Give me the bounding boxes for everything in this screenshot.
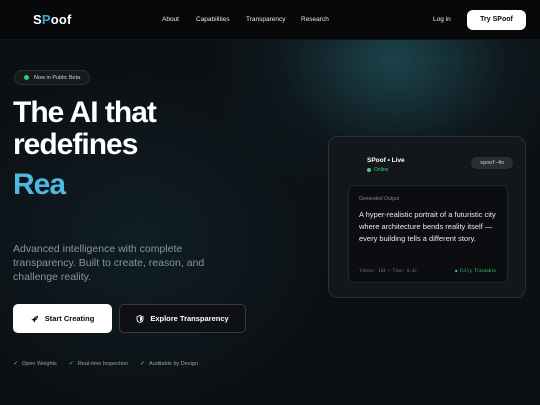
top-navbar: SPoof About Capabilities Transparency Re…	[0, 0, 540, 40]
output-text: A hyper-realistic portrait of a futurist…	[359, 210, 496, 243]
logo-rest: oof	[50, 12, 72, 27]
shield-icon	[136, 314, 144, 323]
check-icon: ✓	[13, 361, 19, 367]
generated-output-panel: Generated Output A hyper-realistic portr…	[348, 185, 508, 283]
traceable-indicator: ● Fully Traceable	[455, 268, 496, 273]
headline-line-3: Rea	[13, 168, 66, 201]
try-spoof-button[interactable]: Try SPoof	[467, 10, 526, 30]
beta-badge-text: Now in Public Beta	[34, 74, 81, 81]
logo-s: S	[33, 12, 42, 27]
hero-description: Advanced intelligence with complete tran…	[13, 243, 205, 283]
live-preview-card: SPoof • Live Online spoof-4o Generated O…	[328, 136, 526, 298]
status-dot	[24, 75, 29, 80]
beta-badge: Now in Public Beta	[14, 70, 91, 85]
logo[interactable]: SPoof	[33, 12, 72, 27]
feature-list: ✓ Open Weights ✓ Real-time Inspection ✓ …	[13, 360, 210, 368]
feature-item: ✓ Auditable by Design	[139, 360, 198, 368]
feature-label: Real-time Inspection	[77, 360, 128, 367]
feature-item: ✓ Real-time Inspection	[68, 360, 128, 368]
online-dot-icon	[367, 168, 371, 172]
model-tag: spoof-4o	[471, 157, 513, 169]
headline-line-1: The AI that	[13, 96, 157, 129]
explore-transparency-label: Explore Transparency	[150, 314, 229, 323]
nav-link-transparency[interactable]: Transparency	[246, 16, 286, 23]
rocket-icon	[31, 315, 38, 322]
card-title: SPoof • Live	[367, 157, 405, 164]
start-creating-label: Start Creating	[44, 314, 95, 323]
nav-link-capabilities[interactable]: Capabilities	[196, 16, 230, 23]
headline-line-2: redefines	[13, 128, 138, 161]
online-status-label: Online	[374, 167, 389, 173]
feature-item: ✓ Open Weights	[13, 360, 57, 368]
feature-label: Auditable by Design	[149, 360, 198, 367]
nav-link-about[interactable]: About	[162, 16, 179, 23]
nav-link-research[interactable]: Research	[301, 16, 329, 23]
logo-p: P	[41, 12, 51, 27]
start-creating-button[interactable]: Start Creating	[13, 304, 112, 333]
online-status: Online	[367, 167, 388, 173]
explore-transparency-button[interactable]: Explore Transparency	[119, 304, 246, 333]
login-link[interactable]: Log in	[433, 16, 451, 23]
output-meta: Tokens: 184 • Time: 0.4s	[359, 268, 417, 273]
feature-label: Open Weights	[22, 360, 57, 367]
check-icon: ✓	[68, 361, 74, 367]
check-icon: ✓	[139, 361, 145, 367]
output-label: Generated Output	[359, 196, 400, 202]
